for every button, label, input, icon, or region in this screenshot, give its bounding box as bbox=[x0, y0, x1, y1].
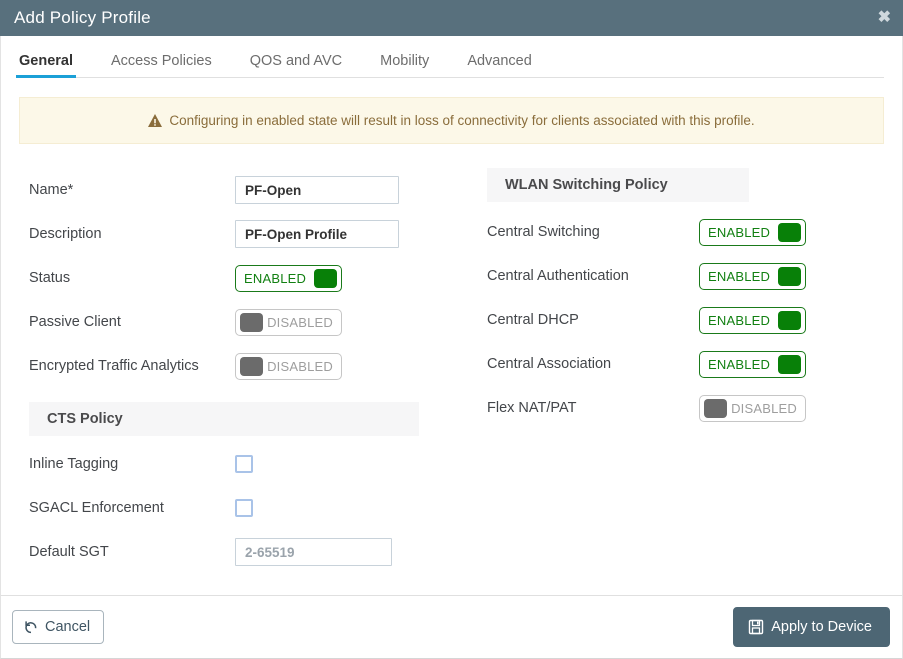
general-settings-column: Name* Description Status ENABLED bbox=[1, 168, 471, 574]
flex-nat-pat-toggle-label: DISABLED bbox=[727, 401, 801, 416]
toggle-knob bbox=[240, 357, 263, 376]
close-icon[interactable]: ✖ bbox=[878, 10, 891, 26]
central-association-toggle[interactable]: ENABLED bbox=[699, 351, 806, 378]
field-central-dhcp: Central DHCP ENABLED bbox=[487, 298, 881, 342]
field-name: Name* bbox=[29, 168, 471, 212]
toggle-knob bbox=[314, 269, 337, 288]
field-label-flex-nat-pat: Flex NAT/PAT bbox=[487, 400, 699, 416]
field-label-central-dhcp: Central DHCP bbox=[487, 312, 699, 328]
tab-advanced[interactable]: Advanced bbox=[467, 53, 532, 77]
cancel-button[interactable]: Cancel bbox=[12, 610, 104, 644]
toggle-knob bbox=[778, 223, 801, 242]
tab-mobility[interactable]: Mobility bbox=[380, 53, 429, 77]
name-input[interactable] bbox=[235, 176, 399, 204]
field-central-authentication: Central Authentication ENABLED bbox=[487, 254, 881, 298]
section-header-cts-policy: CTS Policy bbox=[29, 402, 419, 436]
toggle-knob bbox=[704, 399, 727, 418]
field-status: Status ENABLED bbox=[29, 256, 471, 300]
apply-to-device-button[interactable]: Apply to Device bbox=[733, 607, 890, 647]
field-encrypted-traffic-analytics: Encrypted Traffic Analytics DISABLED bbox=[29, 344, 471, 388]
toggle-knob bbox=[778, 355, 801, 374]
flex-nat-pat-toggle[interactable]: DISABLED bbox=[699, 395, 806, 422]
field-central-association: Central Association ENABLED bbox=[487, 342, 881, 386]
field-label-name: Name* bbox=[29, 182, 235, 198]
description-input[interactable] bbox=[235, 220, 399, 248]
field-label-encrypted-traffic-analytics: Encrypted Traffic Analytics bbox=[29, 358, 235, 374]
warning-message: Configuring in enabled state will result… bbox=[169, 113, 754, 128]
inline-tagging-checkbox[interactable] bbox=[235, 455, 253, 473]
toggle-knob bbox=[240, 313, 263, 332]
central-authentication-toggle[interactable]: ENABLED bbox=[699, 263, 806, 290]
central-dhcp-toggle-label: ENABLED bbox=[704, 313, 774, 328]
cancel-button-label: Cancel bbox=[45, 619, 90, 635]
dialog-body: General Access Policies QOS and AVC Mobi… bbox=[0, 36, 903, 595]
section-header-wlan-switching-policy: WLAN Switching Policy bbox=[487, 168, 749, 202]
field-label-description: Description bbox=[29, 226, 235, 242]
field-default-sgt: Default SGT bbox=[29, 530, 471, 574]
field-label-default-sgt: Default SGT bbox=[29, 544, 235, 560]
field-central-switching: Central Switching ENABLED bbox=[487, 210, 881, 254]
field-label-central-switching: Central Switching bbox=[487, 224, 699, 240]
passive-client-toggle[interactable]: DISABLED bbox=[235, 309, 342, 336]
undo-icon bbox=[24, 620, 38, 634]
save-icon bbox=[748, 619, 764, 635]
dialog-title: Add Policy Profile bbox=[14, 8, 151, 28]
tab-access-policies[interactable]: Access Policies bbox=[111, 53, 212, 77]
add-policy-profile-dialog: Add Policy Profile ✖ General Access Poli… bbox=[0, 0, 903, 659]
field-label-central-authentication: Central Authentication bbox=[487, 268, 699, 284]
central-authentication-toggle-label: ENABLED bbox=[704, 269, 774, 284]
toggle-knob bbox=[778, 267, 801, 286]
encrypted-traffic-analytics-toggle[interactable]: DISABLED bbox=[235, 353, 342, 380]
default-sgt-input[interactable] bbox=[235, 538, 392, 566]
sgacl-enforcement-checkbox[interactable] bbox=[235, 499, 253, 517]
toggle-knob bbox=[778, 311, 801, 330]
form-columns: Name* Description Status ENABLED bbox=[1, 144, 902, 574]
field-sgacl-enforcement: SGACL Enforcement bbox=[29, 486, 471, 530]
central-dhcp-toggle[interactable]: ENABLED bbox=[699, 307, 806, 334]
status-toggle-label: ENABLED bbox=[240, 271, 310, 286]
field-label-passive-client: Passive Client bbox=[29, 314, 235, 330]
field-label-status: Status bbox=[29, 270, 235, 286]
field-label-central-association: Central Association bbox=[487, 356, 699, 372]
field-description: Description bbox=[29, 212, 471, 256]
encrypted-traffic-analytics-toggle-label: DISABLED bbox=[263, 359, 337, 374]
field-passive-client: Passive Client DISABLED bbox=[29, 300, 471, 344]
dialog-titlebar: Add Policy Profile ✖ bbox=[0, 0, 903, 36]
central-switching-toggle-label: ENABLED bbox=[704, 225, 774, 240]
field-label-sgacl-enforcement: SGACL Enforcement bbox=[29, 500, 235, 516]
central-switching-toggle[interactable]: ENABLED bbox=[699, 219, 806, 246]
field-flex-nat-pat: Flex NAT/PAT DISABLED bbox=[487, 386, 881, 430]
dialog-footer: Cancel Apply to Device bbox=[0, 595, 903, 659]
warning-triangle-icon bbox=[148, 114, 162, 127]
apply-to-device-button-label: Apply to Device bbox=[771, 619, 872, 635]
passive-client-toggle-label: DISABLED bbox=[263, 315, 337, 330]
warning-banner: Configuring in enabled state will result… bbox=[19, 97, 884, 144]
status-toggle[interactable]: ENABLED bbox=[235, 265, 342, 292]
field-label-inline-tagging: Inline Tagging bbox=[29, 456, 235, 472]
tab-qos-and-avc[interactable]: QOS and AVC bbox=[250, 53, 342, 77]
tab-bar: General Access Policies QOS and AVC Mobi… bbox=[19, 36, 884, 78]
field-inline-tagging: Inline Tagging bbox=[29, 442, 471, 486]
wlan-switching-policy-column: WLAN Switching Policy Central Switching … bbox=[471, 168, 881, 574]
central-association-toggle-label: ENABLED bbox=[704, 357, 774, 372]
tab-general[interactable]: General bbox=[19, 53, 73, 77]
